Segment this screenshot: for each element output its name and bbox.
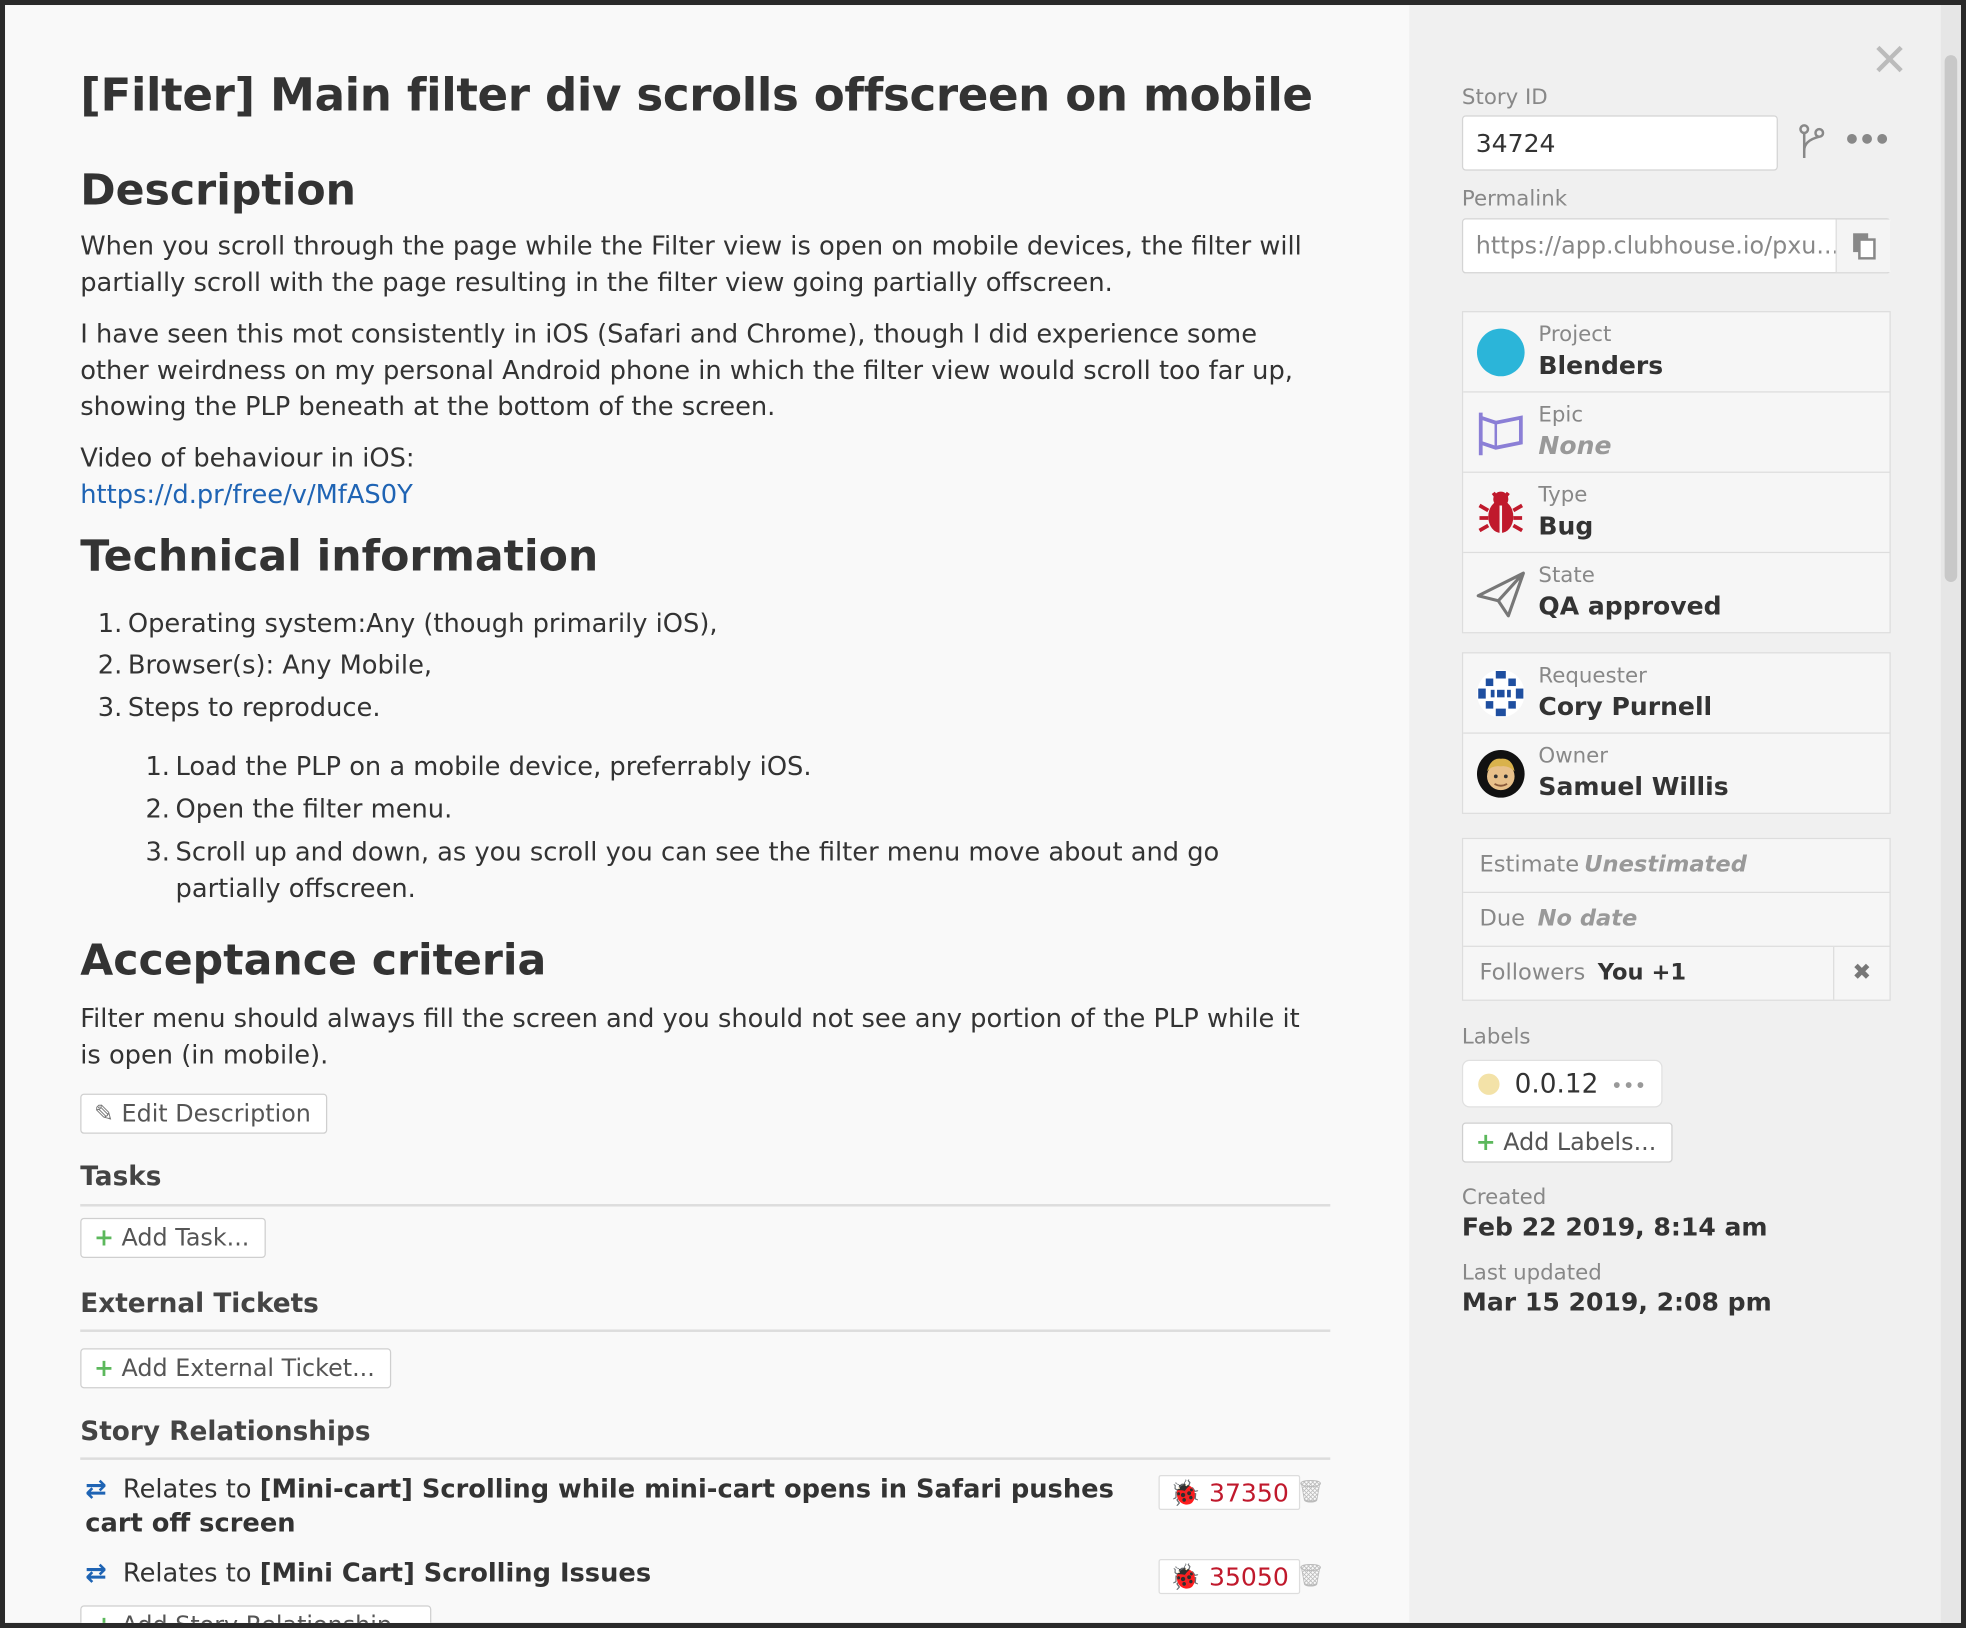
trash-icon[interactable]: 🗑 xyxy=(1296,1563,1325,1589)
divider xyxy=(80,1457,1331,1460)
details-panel: Estimate Unestimated Due No date Followers… xyxy=(1461,837,1891,1001)
label-chip[interactable]: 0.0.12 ••• xyxy=(1461,1059,1663,1108)
story-fields-panel: Project Blenders Epic None Type Bug Stat… xyxy=(1461,311,1891,634)
permalink-label: Permalink xyxy=(1461,186,1568,212)
list-item-continuation: partially offscreen. xyxy=(175,872,416,904)
divider xyxy=(80,1204,1331,1207)
plus-icon: + xyxy=(94,1354,114,1383)
bug-icon: 🐞 xyxy=(1169,1477,1202,1508)
bug-icon: 🐞 xyxy=(1169,1561,1202,1592)
due-date-field[interactable]: Due No date xyxy=(1463,893,1890,947)
video-paragraph: https://d.pr/free/v/MfAS0Y xyxy=(80,477,1328,513)
project-value: Blenders xyxy=(1538,349,1664,381)
two-way-arrow-icon: ⇄ xyxy=(85,1473,107,1504)
tasks-heading: Tasks xyxy=(80,1161,162,1192)
two-way-arrow-icon: ⇄ xyxy=(85,1557,107,1588)
git-branch-icon[interactable] xyxy=(1798,123,1826,168)
type-field[interactable]: Type Bug xyxy=(1463,473,1890,554)
trash-icon[interactable]: 🗑 xyxy=(1296,1479,1325,1505)
list-item: 3. Scroll up and down, as you scroll you … xyxy=(145,836,1220,867)
created-value: Feb 22 2019, 8:14 am xyxy=(1461,1211,1768,1242)
epic-value: None xyxy=(1538,430,1612,461)
flag-icon xyxy=(1478,412,1523,456)
relationship-row[interactable]: ⇄ Relates to [Mini Cart] Scrolling Issues xyxy=(85,1556,1163,1590)
story-id-badge[interactable]: 🐞 35050 xyxy=(1158,1558,1301,1595)
project-dot-icon xyxy=(1476,328,1525,377)
avatar xyxy=(1476,750,1525,798)
story-relationships-heading: Story Relationships xyxy=(80,1415,371,1447)
project-field[interactable]: Project Blenders xyxy=(1463,312,1890,393)
pencil-icon: ✎ xyxy=(94,1099,114,1128)
description-heading: Description xyxy=(80,165,356,216)
requester-field[interactable]: Requester Cory Purnell xyxy=(1463,653,1890,734)
close-icon[interactable]: ✕ xyxy=(1871,35,1909,86)
edit-description-button[interactable]: ✎ Edit Description xyxy=(80,1093,328,1134)
ellipsis-icon[interactable]: ••• xyxy=(1611,1074,1646,1098)
estimate-value: Unestimated xyxy=(1584,851,1747,878)
video-label: Video of behaviour in iOS: xyxy=(80,442,415,473)
due-value: No date xyxy=(1537,905,1638,932)
avatar xyxy=(1476,669,1525,718)
owner-value: Samuel Willis xyxy=(1538,771,1729,802)
ellipsis-icon[interactable]: ••• xyxy=(1843,125,1891,156)
created-label: Created xyxy=(1461,1185,1547,1211)
list-item: 2. Browser(s): Any Mobile, xyxy=(97,649,433,680)
state-field[interactable]: State QA approved xyxy=(1463,553,1889,632)
plus-icon: + xyxy=(94,1612,114,1623)
paper-plane-icon xyxy=(1476,571,1525,618)
plus-icon: + xyxy=(94,1224,114,1252)
list-item: 3. Steps to reproduce. xyxy=(97,692,381,723)
add-story-relationship-button[interactable]: +Add Story Relationship... xyxy=(80,1605,431,1623)
label-color-dot xyxy=(1478,1073,1500,1095)
external-tickets-heading: External Tickets xyxy=(80,1288,319,1319)
add-task-button[interactable]: + Add Task... xyxy=(80,1217,266,1258)
list-item: 1. Operating system:Any (though primarily… xyxy=(97,608,718,639)
permalink-field[interactable]: https://app.clubhouse.io/pxu... xyxy=(1461,218,1891,274)
video-link[interactable]: https://d.pr/free/v/MfAS0Y xyxy=(80,479,413,509)
story-title[interactable]: [Filter] Main filter div scrolls offscre… xyxy=(80,70,1313,121)
story-dialog: [Filter] Main filter div scrolls offscre… xyxy=(5,5,1961,1623)
story-id-badge[interactable]: 🐞 37350 xyxy=(1158,1474,1301,1511)
close-icon[interactable]: ✖ xyxy=(1833,946,1889,1000)
requester-value: Cory Purnell xyxy=(1538,691,1713,722)
labels-label: Labels xyxy=(1461,1024,1531,1050)
state-value: QA approved xyxy=(1538,590,1722,621)
description-paragraph: I have seen this mot consistently in iOS… xyxy=(80,318,1293,422)
relationship-row[interactable]: ⇄ Relates to [Mini-cart] Scrolling while … xyxy=(85,1472,1163,1540)
estimate-field[interactable]: Estimate Unestimated xyxy=(1463,839,1890,893)
related-story-link[interactable]: [Mini Cart] Scrolling Issues xyxy=(260,1558,651,1588)
scrollbar[interactable] xyxy=(1940,5,1961,1623)
updated-label: Last updated xyxy=(1461,1260,1602,1286)
add-labels-button[interactable]: + Add Labels... xyxy=(1461,1122,1673,1163)
updated-value: Mar 15 2019, 2:08 pm xyxy=(1461,1286,1772,1317)
plus-icon: + xyxy=(1475,1128,1496,1157)
bug-icon xyxy=(1478,491,1524,534)
acceptance-text: Filter menu should always fill the scree… xyxy=(80,1003,1300,1070)
type-value: Bug xyxy=(1538,510,1594,541)
clipboard-icon xyxy=(1853,233,1876,260)
people-panel: Requester Cory Purnell Owner Samuel Will… xyxy=(1461,652,1891,814)
add-external-ticket-button[interactable]: + Add External Ticket... xyxy=(80,1348,392,1389)
scrollbar-thumb[interactable] xyxy=(1944,55,1958,582)
story-id-field[interactable]: 34724 xyxy=(1461,115,1778,171)
owner-field[interactable]: Owner Samuel Willis xyxy=(1463,734,1889,813)
story-id-label: Story ID xyxy=(1461,85,1548,111)
copy-permalink-button[interactable] xyxy=(1835,219,1891,273)
followers-value: You +1 xyxy=(1597,959,1687,986)
list-item: 2. Open the filter menu. xyxy=(145,793,453,825)
technical-heading: Technical information xyxy=(80,531,599,582)
epic-field[interactable]: Epic None xyxy=(1463,393,1890,473)
divider xyxy=(80,1329,1331,1332)
description-paragraph: When you scroll through the page while t… xyxy=(80,230,1302,298)
acceptance-heading: Acceptance criteria xyxy=(80,935,547,986)
followers-field[interactable]: Followers You +1 ✖ xyxy=(1463,946,1889,1000)
list-item: 1. Load the PLP on a mobile device, prefe… xyxy=(145,751,812,782)
